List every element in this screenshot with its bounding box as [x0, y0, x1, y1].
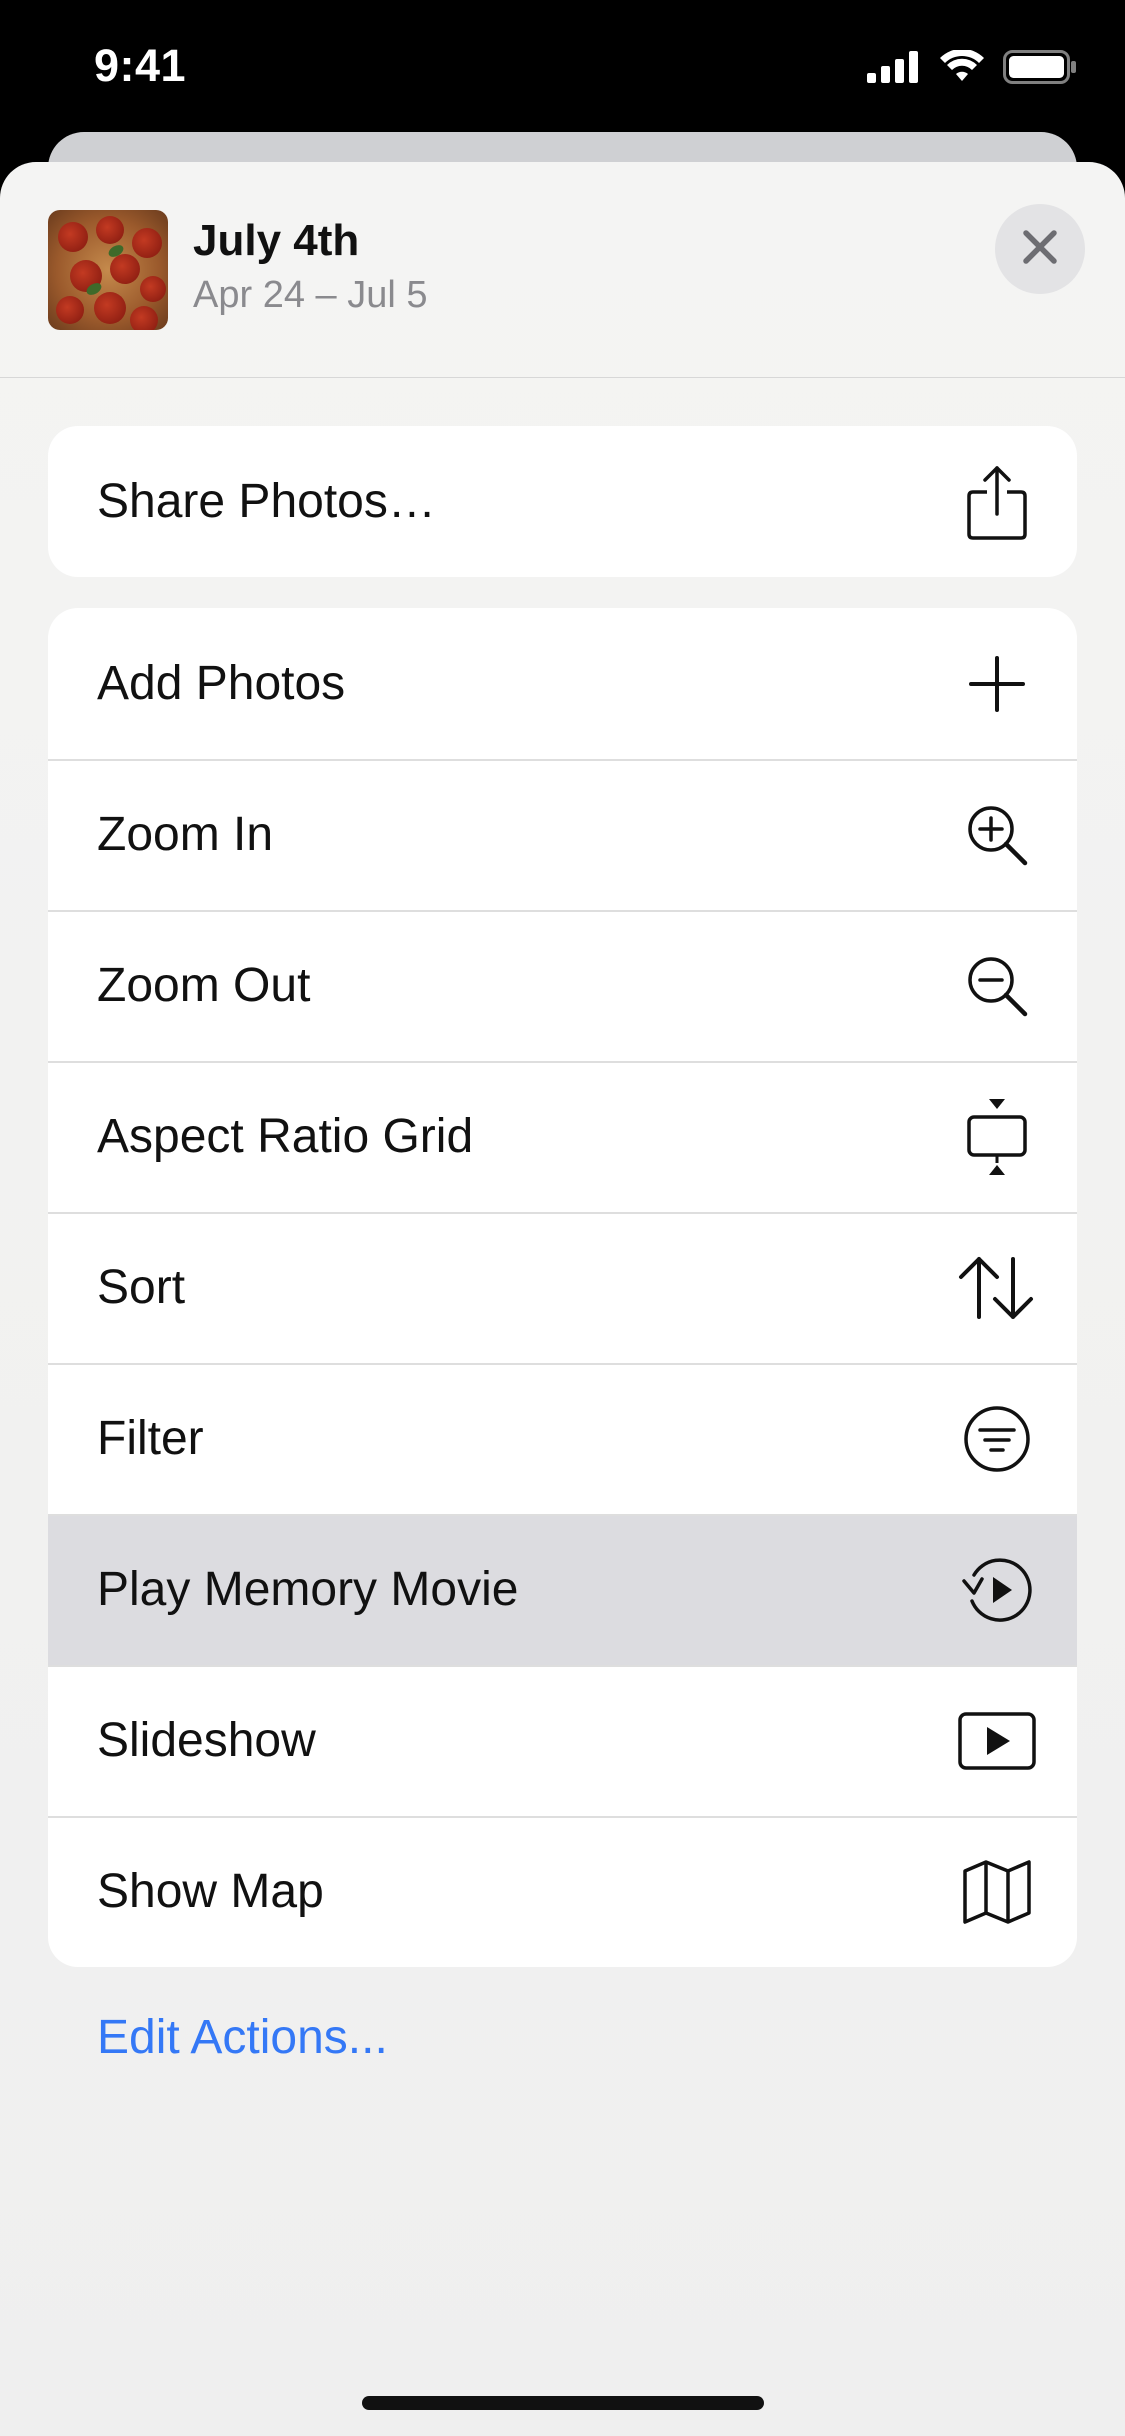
plus-icon	[957, 644, 1037, 724]
close-icon	[1021, 228, 1059, 271]
menu-item-label: Sort	[97, 1261, 186, 1314]
actions-group: Add Photos Zoom In Zoom Out Aspect Ratio…	[48, 608, 1077, 1967]
menu-item-zoom-in[interactable]: Zoom In	[48, 759, 1077, 910]
menu-item-zoom-out[interactable]: Zoom Out	[48, 910, 1077, 1061]
menu-item-show-map[interactable]: Show Map	[48, 1816, 1077, 1967]
album-date-range: Apr 24 – Jul 5	[193, 274, 428, 316]
wifi-icon	[939, 48, 985, 89]
slideshow-icon	[957, 1701, 1037, 1781]
menu-item-sort[interactable]: Sort	[48, 1212, 1077, 1363]
share-icon	[957, 462, 1037, 542]
menu-item-play-memory-movie[interactable]: Play Memory Movie	[48, 1514, 1077, 1665]
cellular-signal-icon	[867, 51, 921, 88]
map-icon	[957, 1852, 1037, 1932]
menu-item-label: Zoom In	[97, 808, 274, 861]
status-bar: 9:41	[0, 0, 1125, 135]
menu-item-aspect-ratio-grid[interactable]: Aspect Ratio Grid	[48, 1061, 1077, 1212]
menu-item-label: Filter	[97, 1412, 204, 1465]
filter-icon	[957, 1399, 1037, 1479]
status-icons	[867, 48, 1077, 89]
album-thumbnail	[48, 210, 168, 330]
menu-item-label: Add Photos	[97, 657, 346, 710]
battery-icon	[1003, 50, 1077, 89]
status-time: 9:41	[94, 40, 187, 91]
sheet-header: July 4th Apr 24 – Jul 5	[0, 162, 1125, 378]
menu-item-label: Show Map	[97, 1865, 324, 1918]
edit-actions-link[interactable]: Edit Actions...	[97, 2010, 388, 2065]
menu-item-label: Aspect Ratio Grid	[97, 1110, 474, 1163]
album-title: July 4th	[193, 216, 360, 265]
zoom-out-icon	[957, 946, 1037, 1026]
menu-item-add-photos[interactable]: Add Photos	[48, 608, 1077, 759]
menu-item-slideshow[interactable]: Slideshow	[48, 1665, 1077, 1816]
screen: 9:41 July 4th Apr 24 – Jul 5 Share Photo…	[0, 0, 1125, 2436]
menu-item-label: Slideshow	[97, 1714, 316, 1767]
action-sheet: July 4th Apr 24 – Jul 5 Share Photos… Ad…	[0, 162, 1125, 2436]
menu-item-share-photos[interactable]: Share Photos…	[48, 426, 1077, 577]
zoom-in-icon	[957, 795, 1037, 875]
sort-arrows-icon	[957, 1248, 1037, 1328]
menu-item-label: Play Memory Movie	[97, 1563, 519, 1616]
menu-item-label: Zoom Out	[97, 959, 311, 1012]
menu-item-label: Share Photos…	[97, 475, 436, 528]
home-indicator[interactable]	[362, 2396, 764, 2410]
memory-movie-icon	[957, 1550, 1037, 1630]
share-group: Share Photos…	[48, 426, 1077, 577]
menu-item-filter[interactable]: Filter	[48, 1363, 1077, 1514]
aspect-ratio-icon	[957, 1097, 1037, 1177]
close-button[interactable]	[995, 204, 1085, 294]
